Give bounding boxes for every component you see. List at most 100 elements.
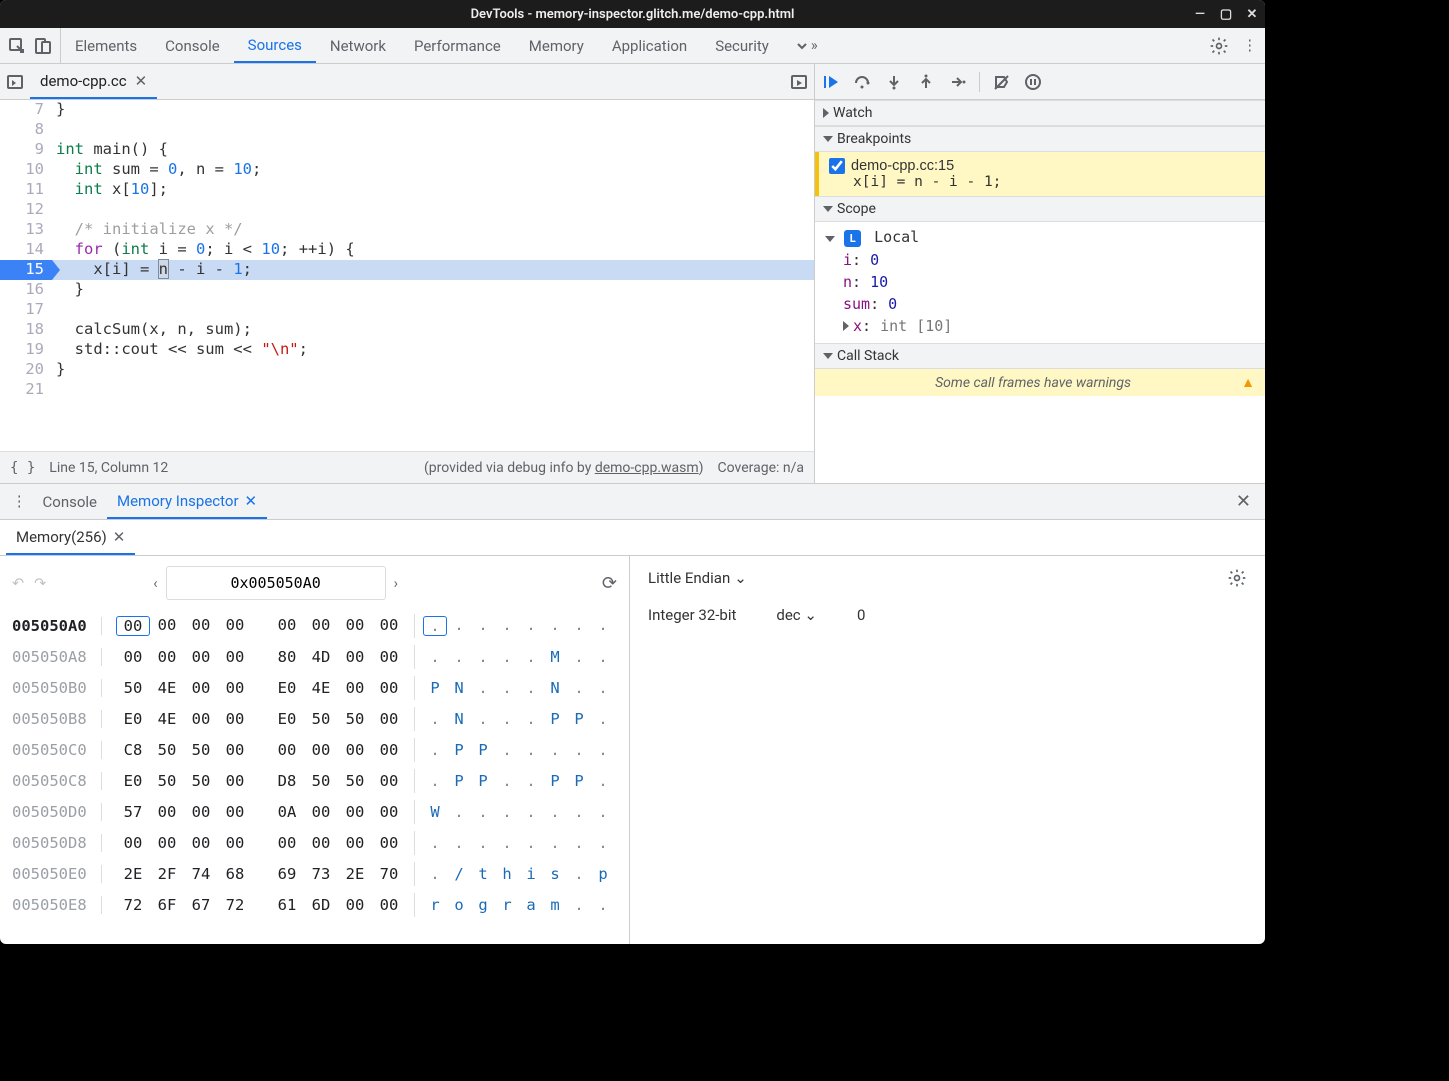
main-tab-console[interactable]: Console [151, 28, 234, 63]
navigator-toggle-icon[interactable] [6, 73, 24, 91]
close-icon[interactable]: ✕ [113, 528, 126, 546]
scope-variable[interactable]: i: 0 [825, 249, 1255, 271]
code-line[interactable]: 16 } [0, 280, 814, 300]
chevron-right-icon [823, 108, 829, 118]
cursor-position: Line 15, Column 12 [49, 460, 168, 476]
scope-variable[interactable]: sum: 0 [825, 293, 1255, 315]
endian-toggle[interactable]: Little Endian ⌄ [648, 569, 747, 587]
step-over-icon[interactable] [853, 73, 871, 91]
code-line[interactable]: 14 for (int i = 0; i < 10; ++i) { [0, 240, 814, 260]
breakpoint-item[interactable]: demo-cpp.cc:15 x[i] = n - i - 1; [815, 152, 1265, 196]
chevron-down-icon [823, 206, 833, 212]
redo-icon[interactable]: ↷ [34, 575, 46, 592]
close-icon[interactable]: ✕ [245, 492, 258, 510]
drawer-tab-console[interactable]: Console [33, 484, 108, 519]
step-icon[interactable] [949, 73, 967, 91]
code-line[interactable]: 20} [0, 360, 814, 380]
step-out-icon[interactable] [917, 73, 935, 91]
window-title: DevTools - memory-inspector.glitch.me/de… [471, 7, 795, 22]
main-tab-security[interactable]: Security [701, 28, 783, 63]
hex-row[interactable]: 005050A00000000000000000........ [12, 610, 617, 641]
code-line[interactable]: 8 [0, 120, 814, 140]
chevron-down-icon: ⌄ [804, 606, 817, 624]
main-tab-sources[interactable]: Sources [234, 28, 316, 63]
drawer-menu-icon[interactable]: ⋮ [6, 493, 33, 510]
close-drawer-icon[interactable]: ✕ [1228, 491, 1259, 512]
callstack-section[interactable]: Call Stack [815, 343, 1265, 369]
next-page-icon[interactable]: › [394, 575, 398, 592]
kebab-menu-icon[interactable]: ⋮ [1243, 37, 1258, 54]
value-row: Integer 32-bit dec ⌄ 0 [648, 606, 1247, 624]
address-input[interactable] [166, 566, 386, 600]
window-close[interactable]: ✕ [1245, 7, 1259, 21]
value-settings-icon[interactable] [1227, 568, 1247, 588]
inspect-icon[interactable] [8, 37, 26, 55]
hex-row[interactable]: 005050B0504E0000E04E0000PN...N.. [12, 672, 617, 703]
source-file-tab-label: demo-cpp.cc [40, 72, 127, 90]
main-tab-memory[interactable]: Memory [515, 28, 598, 63]
main-tab-elements[interactable]: Elements [61, 28, 151, 63]
scope-variable[interactable]: n: 10 [825, 271, 1255, 293]
drawer-tab-memory-inspector[interactable]: Memory Inspector ✕ [107, 484, 267, 519]
refresh-icon[interactable]: ⟳ [602, 573, 617, 594]
code-line[interactable]: 9int main() { [0, 140, 814, 160]
scope-variable[interactable]: x: int [10] [825, 315, 1255, 337]
value-base-select[interactable]: dec ⌄ [776, 606, 817, 624]
chevron-down-icon [823, 353, 833, 359]
debugger-toolbar [815, 64, 1265, 100]
code-line[interactable]: 19 std::cout << sum << "\n"; [0, 340, 814, 360]
callstack-warning: Some call frames have warnings ▲ [815, 369, 1265, 396]
hex-row[interactable]: 005050A800000000804D0000.....M.. [12, 641, 617, 672]
breakpoint-location: demo-cpp.cc:15 [851, 158, 954, 174]
coverage-status: Coverage: n/a [718, 460, 804, 476]
code-line[interactable]: 13 /* initialize x */ [0, 220, 814, 240]
hex-row[interactable]: 005050D0570000000A000000W....... [12, 796, 617, 827]
step-into-icon[interactable] [885, 73, 903, 91]
hex-row[interactable]: 005050D80000000000000000........ [12, 827, 617, 858]
value-type: Integer 32-bit [648, 606, 736, 624]
device-toggle-icon[interactable] [34, 37, 52, 55]
hex-row[interactable]: 005050E02E2F746869732E70./this.p [12, 858, 617, 889]
code-line[interactable]: 11 int x[10]; [0, 180, 814, 200]
hex-row[interactable]: 005050C0C850500000000000.PP..... [12, 734, 617, 765]
breakpoint-checkbox[interactable] [829, 158, 845, 174]
scope-section[interactable]: Scope [815, 196, 1265, 222]
resume-icon[interactable] [821, 73, 839, 91]
close-file-icon[interactable]: ✕ [135, 72, 148, 90]
breakpoints-section[interactable]: Breakpoints [815, 126, 1265, 152]
drawer-tabs: ⋮ Console Memory Inspector ✕ ✕ [0, 484, 1265, 520]
main-tab-performance[interactable]: Performance [400, 28, 515, 63]
main-toolbar: ElementsConsoleSourcesNetworkPerformance… [0, 28, 1265, 64]
code-line[interactable]: 18 calcSum(x, n, sum); [0, 320, 814, 340]
window-maximize[interactable]: ▢ [1219, 7, 1233, 21]
pause-exceptions-icon[interactable] [1024, 73, 1042, 91]
code-editor[interactable]: 7}89int main() {10 int sum = 0, n = 10;1… [0, 100, 814, 451]
pretty-print-icon[interactable]: { } [10, 460, 35, 476]
code-line[interactable]: 7} [0, 100, 814, 120]
settings-icon[interactable] [1209, 36, 1229, 56]
watch-section[interactable]: Watch [815, 100, 1265, 126]
breakpoint-snippet: x[i] = n - i - 1; [829, 174, 1255, 190]
main-tab-network[interactable]: Network [316, 28, 400, 63]
memory-instance-tab[interactable]: Memory(256) ✕ [6, 520, 135, 555]
undo-icon[interactable]: ↶ [12, 575, 24, 592]
deactivate-breakpoints-icon[interactable] [992, 73, 1010, 91]
main-tab-application[interactable]: Application [598, 28, 701, 63]
debug-info-link[interactable]: demo-cpp.wasm [595, 460, 699, 476]
window-minimize[interactable]: — [1193, 7, 1207, 21]
run-snippet-icon[interactable] [790, 73, 808, 91]
local-badge-icon: L [844, 230, 861, 247]
code-line[interactable]: 15 x[i] = n - i - 1; [0, 260, 814, 280]
more-tabs-icon[interactable]: » [783, 28, 828, 63]
hex-row[interactable]: 005050C8E0505000D8505000.PP..PP. [12, 765, 617, 796]
code-line[interactable]: 17 [0, 300, 814, 320]
prev-page-icon[interactable]: ‹ [153, 575, 157, 592]
code-line[interactable]: 21 [0, 380, 814, 400]
hex-grid[interactable]: 005050A00000000000000000........005050A8… [0, 610, 629, 932]
hex-row[interactable]: 005050B8E04E0000E0505000.N...PP. [12, 703, 617, 734]
code-line[interactable]: 12 [0, 200, 814, 220]
source-file-tab[interactable]: demo-cpp.cc ✕ [30, 64, 157, 99]
hex-row[interactable]: 005050E8726F6772616D0000rogram.. [12, 889, 617, 920]
chevron-down-icon[interactable] [825, 236, 835, 242]
code-line[interactable]: 10 int sum = 0, n = 10; [0, 160, 814, 180]
